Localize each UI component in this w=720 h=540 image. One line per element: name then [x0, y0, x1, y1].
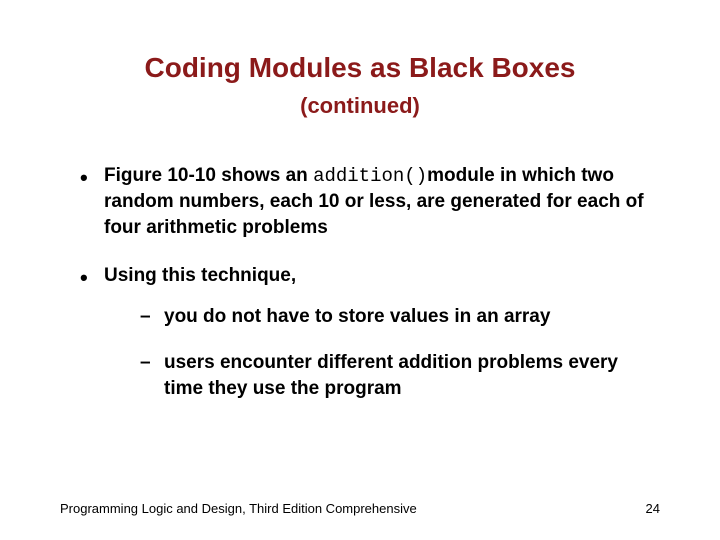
slide-title: Coding Modules as Black Boxes (continued… — [60, 50, 660, 123]
title-main: Coding Modules as Black Boxes — [145, 52, 576, 83]
slide-footer: Programming Logic and Design, Third Edit… — [60, 501, 660, 516]
slide-container: Coding Modules as Black Boxes (continued… — [0, 0, 720, 540]
code-snippet: addition() — [313, 165, 427, 187]
bullet-list: Figure 10-10 shows an addition()module i… — [60, 163, 660, 401]
bullet-item-2: Using this technique, you do not have to… — [80, 263, 660, 402]
sub-bullet-list: you do not have to store values in an ar… — [104, 304, 660, 401]
bullet-item-1: Figure 10-10 shows an addition()module i… — [80, 163, 660, 241]
footer-text: Programming Logic and Design, Third Edit… — [60, 501, 417, 516]
sub-bullet-2: users encounter different addition probl… — [140, 350, 660, 401]
sub-bullet-1: you do not have to store values in an ar… — [140, 304, 660, 330]
title-subtitle: (continued) — [300, 93, 420, 118]
page-number: 24 — [646, 501, 660, 516]
